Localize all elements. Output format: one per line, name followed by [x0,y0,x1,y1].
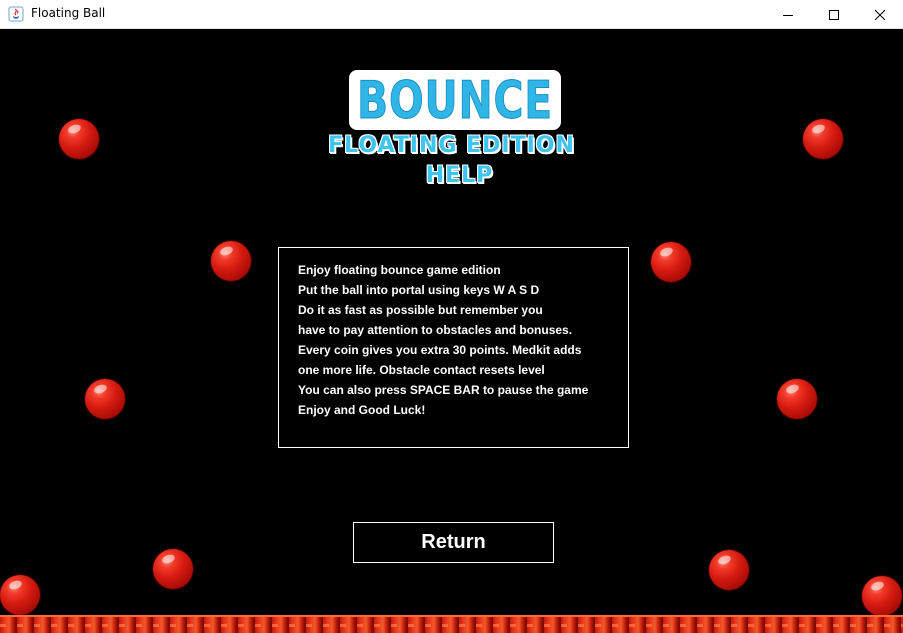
decorative-ball [0,575,40,615]
help-line: have to pay attention to obstacles and b… [298,323,573,337]
minimize-icon [783,14,793,16]
close-icon [875,9,885,20]
help-line: Enjoy and Good Luck! [298,403,426,417]
bounce-logo: BOUNCE [349,70,561,131]
decorative-ball [211,241,251,281]
help-line: one more life. Obstacle contact resets l… [298,363,545,377]
help-line: You can also press SPACE BAR to pause th… [298,383,589,397]
return-button[interactable]: Return [353,522,554,563]
help-line: Put the ball into portal using keys W A … [298,283,540,297]
help-line: Do it as fast as possible but remember y… [298,303,543,317]
lava-floor [0,615,903,633]
decorative-ball [862,576,902,616]
maximize-icon [829,9,839,20]
window-title: Floating Ball [31,6,106,20]
help-heading: HELP [425,163,494,188]
maximize-button[interactable] [811,0,857,29]
decorative-ball [803,119,843,159]
decorative-ball [709,550,749,590]
decorative-ball [59,119,99,159]
edition-subtitle: FLOATING EDITION [328,133,575,158]
decorative-ball [651,242,691,282]
help-panel: Enjoy floating bounce game edition Put t… [278,247,629,448]
window-titlebar: Floating Ball [0,0,903,29]
decorative-ball [85,379,125,419]
help-line: Enjoy floating bounce game edition [298,263,501,277]
decorative-ball [777,379,817,419]
decorative-ball [153,549,193,589]
help-line: Every coin gives you extra 30 points. Me… [298,343,582,357]
close-button[interactable] [857,0,903,29]
java-app-icon [8,6,24,22]
minimize-button[interactable] [765,0,811,29]
logo-text: BOUNCE [357,71,553,131]
game-canvas: BOUNCE FLOATING EDITION HELP Enjoy float… [0,29,903,633]
